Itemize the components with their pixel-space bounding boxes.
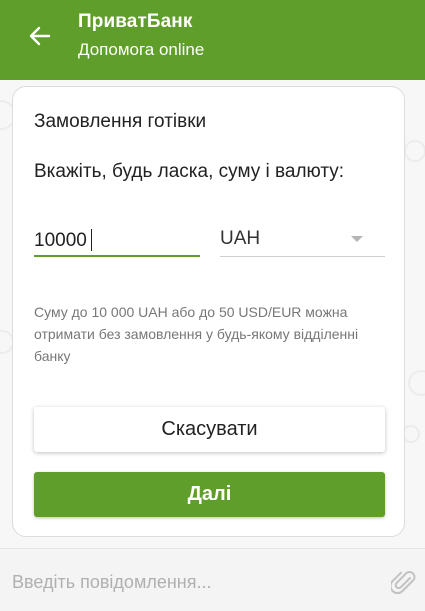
currency-value: UAH <box>220 228 261 249</box>
arrow-left-icon <box>29 26 51 46</box>
amount-field[interactable] <box>34 222 200 257</box>
card-instruction: Вкажіть, будь ласка, суму і валюту: <box>34 161 345 182</box>
amount-input[interactable] <box>34 222 200 255</box>
paperclip-icon <box>389 571 416 594</box>
header: ПриватБанк Допомога online <box>0 0 425 80</box>
attach-button[interactable] <box>389 569 417 597</box>
cash-order-card: Замовлення готівки Вкажіть, будь ласка, … <box>12 86 405 537</box>
message-input-bar <box>0 548 425 611</box>
cash-limit-note: Суму до 10 000 UAH або до 50 USD/EUR мож… <box>34 304 359 364</box>
card-title: Замовлення готівки <box>34 111 207 132</box>
message-input[interactable] <box>12 567 372 597</box>
background-doodle <box>404 140 425 162</box>
chevron-down-icon <box>351 236 363 242</box>
currency-select[interactable]: UAH <box>220 222 385 257</box>
app-window: ПриватБанк Допомога online Замовлення го… <box>0 0 425 611</box>
header-title: ПриватБанк <box>78 11 193 32</box>
background-doodle <box>408 370 425 396</box>
header-subtitle: Допомога online <box>78 40 205 59</box>
back-button[interactable] <box>22 18 58 54</box>
next-button[interactable]: Далі <box>34 472 385 517</box>
cancel-button[interactable]: Скасувати <box>34 407 385 452</box>
text-caret <box>91 229 92 251</box>
